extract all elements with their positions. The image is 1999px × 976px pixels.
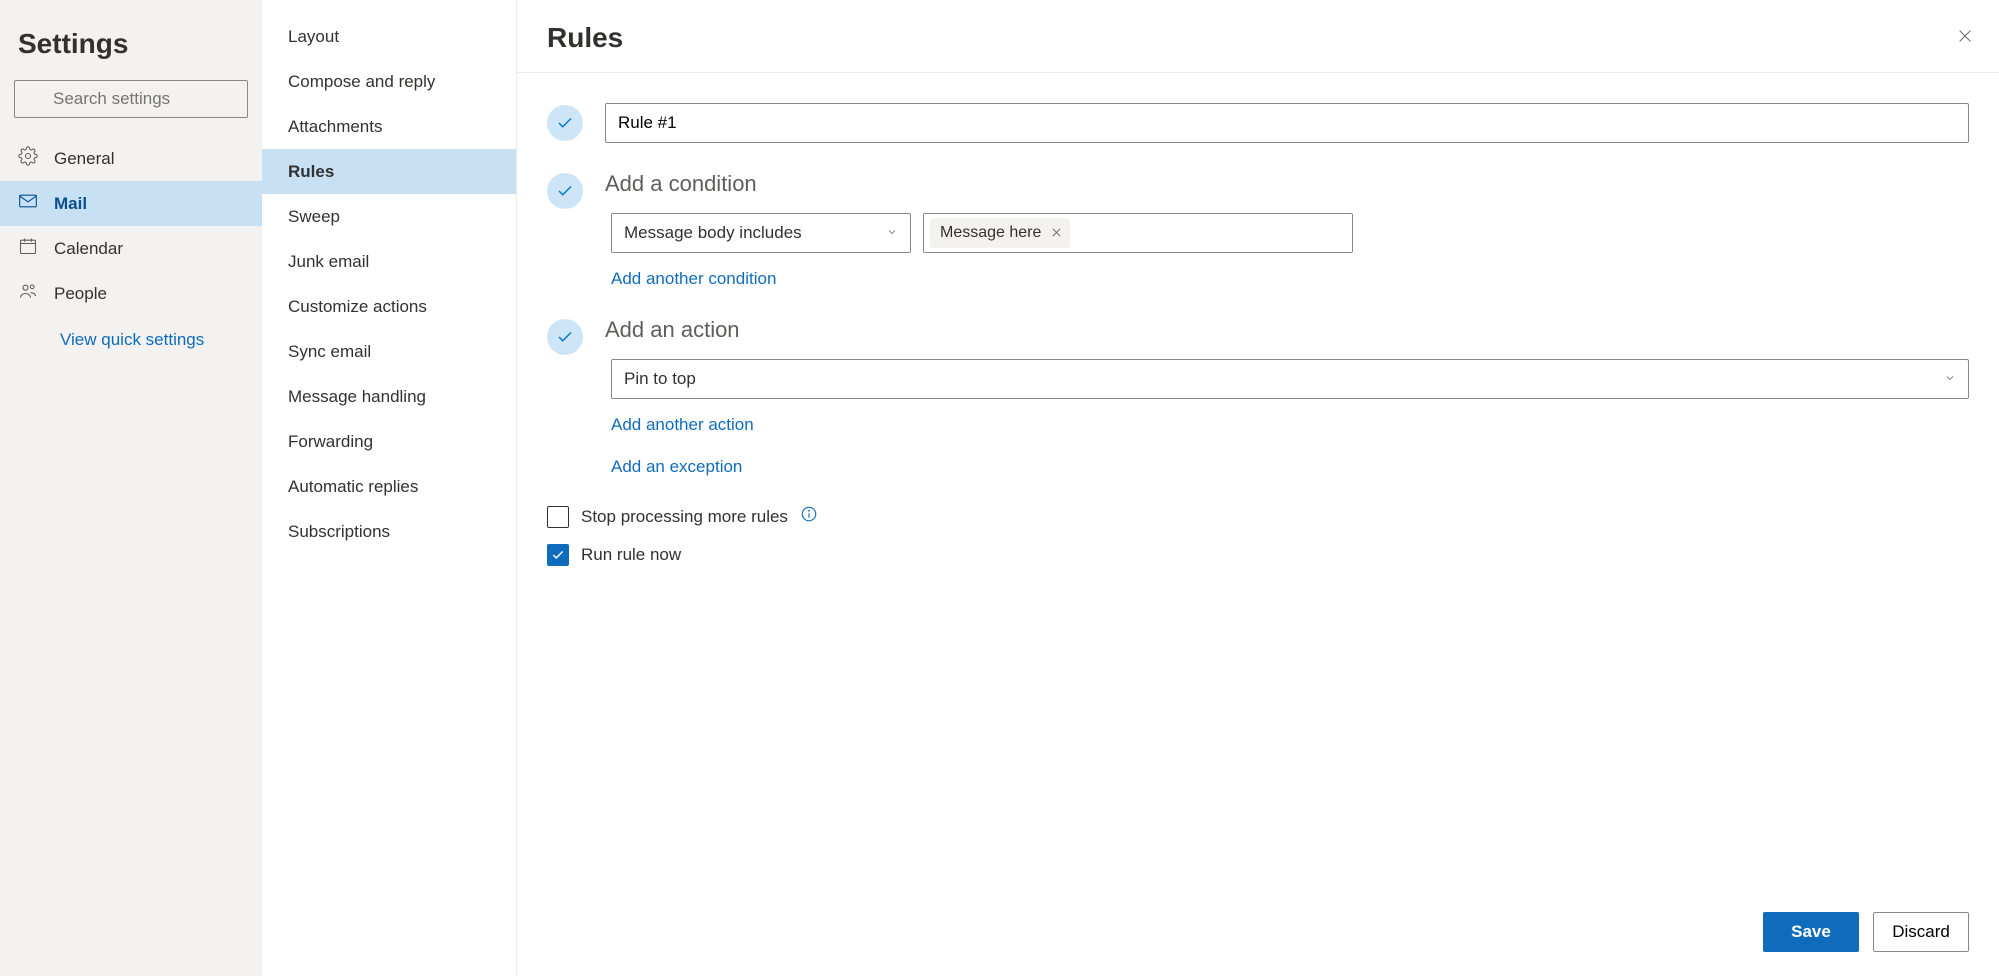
subnav-item-compose[interactable]: Compose and reply: [262, 59, 516, 104]
subnav-item-customize[interactable]: Customize actions: [262, 284, 516, 329]
run-now-row: Run rule now: [547, 544, 1969, 566]
subnav-item-forwarding[interactable]: Forwarding: [262, 419, 516, 464]
sidebar-item-label: Mail: [54, 194, 87, 214]
save-button[interactable]: Save: [1763, 912, 1859, 952]
add-condition-link[interactable]: Add another condition: [611, 269, 1969, 289]
subnav-item-attachments[interactable]: Attachments: [262, 104, 516, 149]
condition-select[interactable]: Message body includes: [611, 213, 911, 253]
step-complete-icon: [547, 173, 583, 209]
subnav-item-layout[interactable]: Layout: [262, 14, 516, 59]
chip-remove-icon[interactable]: [1051, 225, 1062, 241]
chevron-down-icon: [886, 223, 898, 243]
discard-button[interactable]: Discard: [1873, 912, 1969, 952]
chevron-down-icon: [1944, 369, 1956, 389]
subnav-item-handling[interactable]: Message handling: [262, 374, 516, 419]
mail-icon: [18, 191, 38, 216]
step-complete-icon: [547, 105, 583, 141]
subnav-item-sync[interactable]: Sync email: [262, 329, 516, 374]
sidebar-item-label: General: [54, 149, 114, 169]
sidebar-item-calendar[interactable]: Calendar: [0, 226, 262, 271]
search-container: [14, 80, 248, 118]
condition-value-input[interactable]: Message here: [923, 213, 1353, 253]
rules-panel: Rules Add a condition: [517, 0, 1999, 976]
settings-title: Settings: [18, 28, 262, 60]
view-quick-settings-link[interactable]: View quick settings: [60, 330, 262, 350]
rule-name-input[interactable]: [605, 103, 1969, 143]
add-action-link[interactable]: Add another action: [611, 415, 1969, 435]
rules-title: Rules: [547, 22, 623, 54]
condition-heading: Add a condition: [605, 171, 1969, 197]
chip-label: Message here: [940, 224, 1041, 242]
subnav-item-autoreplies[interactable]: Automatic replies: [262, 464, 516, 509]
mail-subnav: Layout Compose and reply Attachments Rul…: [262, 0, 517, 976]
action-select[interactable]: Pin to top: [611, 359, 1969, 399]
action-heading: Add an action: [605, 317, 1969, 343]
panel-footer: Save Discard: [517, 894, 1999, 976]
settings-sidebar: Settings General Mail Calendar People: [0, 0, 262, 976]
subnav-item-junk[interactable]: Junk email: [262, 239, 516, 284]
condition-chip: Message here: [930, 218, 1070, 248]
sidebar-item-label: People: [54, 284, 107, 304]
sidebar-item-label: Calendar: [54, 239, 123, 259]
subnav-item-sweep[interactable]: Sweep: [262, 194, 516, 239]
people-icon: [18, 281, 38, 306]
add-exception-link[interactable]: Add an exception: [611, 457, 1969, 477]
sidebar-item-general[interactable]: General: [0, 136, 262, 181]
gear-icon: [18, 146, 38, 171]
subnav-item-rules[interactable]: Rules: [262, 149, 516, 194]
step-complete-icon: [547, 319, 583, 355]
sidebar-item-people[interactable]: People: [0, 271, 262, 316]
condition-select-value: Message body includes: [624, 223, 802, 243]
calendar-icon: [18, 236, 38, 261]
stop-processing-row: Stop processing more rules: [547, 505, 1969, 528]
stop-processing-label: Stop processing more rules: [581, 507, 788, 527]
stop-processing-checkbox[interactable]: [547, 506, 569, 528]
info-icon[interactable]: [800, 505, 818, 528]
search-input[interactable]: [14, 80, 248, 118]
close-icon[interactable]: [1957, 28, 1973, 49]
action-select-value: Pin to top: [624, 369, 696, 389]
sidebar-item-mail[interactable]: Mail: [0, 181, 262, 226]
rules-header: Rules: [517, 0, 1999, 73]
subnav-item-subscriptions[interactable]: Subscriptions: [262, 509, 516, 554]
run-now-label: Run rule now: [581, 545, 681, 565]
run-now-checkbox[interactable]: [547, 544, 569, 566]
